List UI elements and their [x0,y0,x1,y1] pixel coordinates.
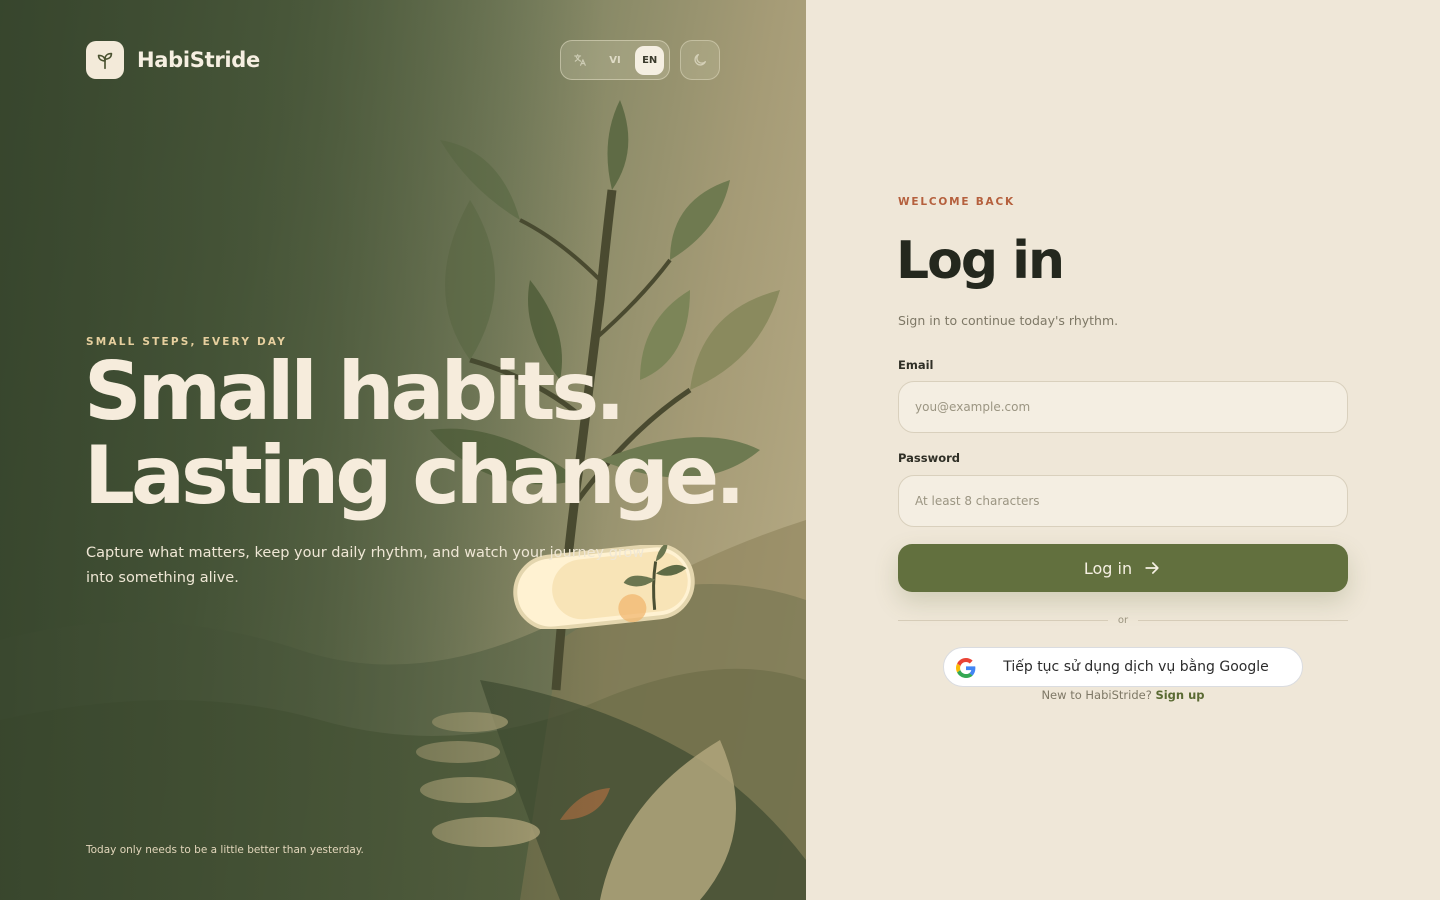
brand[interactable]: HabiStride [86,41,260,79]
divider: or [898,610,1349,630]
login-button[interactable]: Log in [898,544,1348,592]
hero-headline-line-2: Lasting change. [84,429,746,522]
language-switcher: VI EN [560,40,670,80]
translate-icon[interactable] [566,46,595,75]
google-signin-label: Tiếp tục sử dụng dịch vụ bằng Google [1003,659,1269,675]
password-label: Password [898,451,960,465]
password-field[interactable] [898,475,1348,527]
hero-headline: Small habits. Lasting change. [84,345,746,522]
sprout-icon [86,41,124,79]
form-eyebrow: WELCOME BACK [898,196,1015,208]
login-button-label: Log in [1083,558,1133,578]
email-field[interactable] [898,381,1348,433]
google-icon [956,658,976,678]
signup-link[interactable]: Sign up [1155,688,1204,702]
form-subtitle: Sign in to continue today's rhythm. [898,313,1119,328]
signup-prompt-text: New to HabiStride? [1041,688,1152,702]
hero-subtitle: Capture what matters, keep your daily rh… [86,545,645,586]
email-label: Email [898,358,934,372]
signup-prompt: New to HabiStride? Sign up [898,688,1348,702]
hero-footer-text: Today only needs to be a little better t… [86,844,364,856]
language-option-vi[interactable]: VI [601,46,630,75]
login-panel: WELCOME BACK Log in Sign in to continue … [806,0,1440,900]
hero-headline-line-1: Small habits. [84,345,626,438]
arrow-right-icon [1145,562,1159,574]
brand-name: HabiStride [137,48,260,72]
hero-panel: HabiStride VI EN SMALL STEPS, EVERY DAY … [0,0,806,900]
divider-text: or [1117,614,1129,626]
page-title: Log in [896,231,1065,291]
google-signin-button[interactable]: Tiếp tục sử dụng dịch vụ bằng Google [943,647,1303,687]
theme-toggle-button[interactable] [680,40,720,80]
language-option-en[interactable]: EN [635,45,665,75]
moon-icon [694,54,706,66]
